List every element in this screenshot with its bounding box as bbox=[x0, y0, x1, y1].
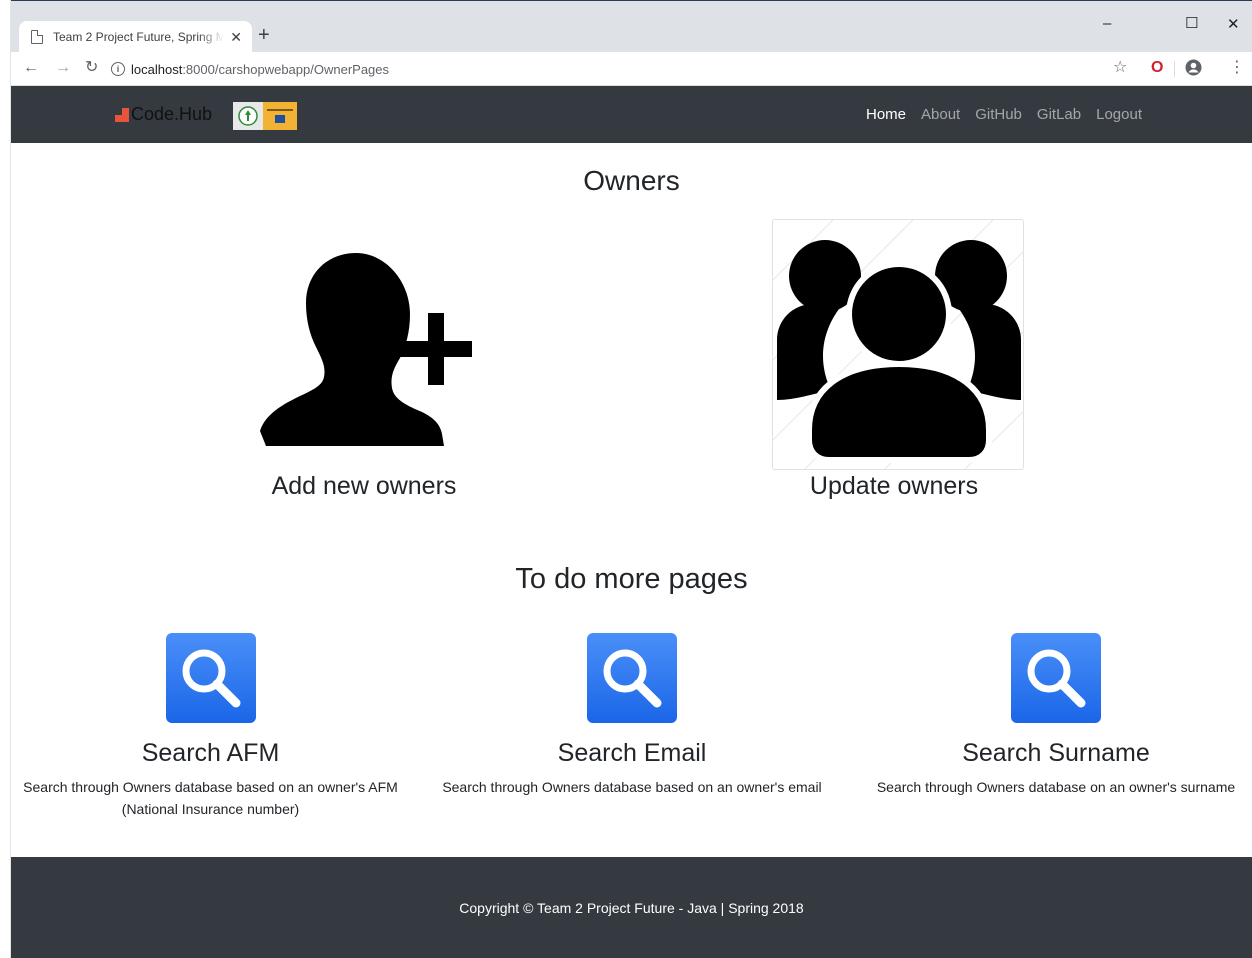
url-path: :8000/carshopwebapp/OwnerPages bbox=[182, 61, 390, 77]
nav-about[interactable]: About bbox=[921, 106, 960, 123]
section-heading: To do more pages bbox=[515, 563, 748, 595]
search-email-item: Search Email Search through Owners datab… bbox=[441, 633, 823, 798]
nav-logout[interactable]: Logout bbox=[1096, 106, 1142, 123]
search-surname-title: Search Surname bbox=[962, 739, 1150, 767]
page-title: Owners bbox=[583, 165, 680, 196]
search-surname-description: Search through Owners database on an own… bbox=[876, 779, 1236, 795]
search-afm-title: Search AFM bbox=[141, 739, 280, 767]
search-icon[interactable] bbox=[1011, 633, 1101, 723]
update-owners-caption[interactable]: Update owners bbox=[711, 472, 1077, 501]
info-icon[interactable]: i bbox=[111, 62, 125, 76]
main-content: Owners Add new owners Update owners To d… bbox=[11, 143, 1252, 857]
codehub-logo-icon bbox=[115, 107, 129, 122]
address-bar[interactable]: i localhost:8000/carshopwebapp/OwnerPage… bbox=[111, 57, 1151, 81]
nav-home[interactable]: Home bbox=[866, 106, 906, 123]
nav-links: Home About GitHub GitLab Logout bbox=[866, 106, 1142, 123]
bookmark-star-icon[interactable]: ☆ bbox=[1113, 59, 1127, 77]
brand-name: Code.Hub bbox=[131, 104, 213, 124]
browser-tab-bar: Team 2 Project Future, Spring MVC ✕ + – … bbox=[11, 0, 1252, 53]
search-afm-description: Search through Owners database based on … bbox=[23, 779, 398, 817]
nav-github[interactable]: GitHub bbox=[975, 106, 1022, 123]
partner-logo bbox=[233, 102, 297, 130]
add-owner-card[interactable] bbox=[256, 243, 476, 448]
minimize-icon[interactable]: – bbox=[1103, 15, 1111, 32]
forward-icon[interactable]: → bbox=[55, 59, 71, 77]
search-surname-item: Search Surname Search through Owners dat… bbox=[857, 633, 1252, 798]
page-icon bbox=[31, 30, 43, 44]
close-window-icon[interactable]: ✕ bbox=[1227, 15, 1240, 33]
toolbar-divider bbox=[1174, 61, 1175, 77]
search-icon[interactable] bbox=[587, 633, 677, 723]
site-navbar: Code.Hub Home About GitHub GitLab Logout bbox=[11, 86, 1252, 143]
browser-tab[interactable]: Team 2 Project Future, Spring MVC ✕ bbox=[19, 21, 252, 53]
tab-close-icon[interactable]: ✕ bbox=[230, 29, 242, 46]
url-host: localhost bbox=[131, 61, 183, 77]
new-tab-icon[interactable]: + bbox=[258, 25, 270, 45]
menu-icon[interactable]: ⋮ bbox=[1229, 59, 1245, 77]
search-email-description: Search through Owners database based on … bbox=[442, 779, 822, 795]
account-icon[interactable] bbox=[1185, 59, 1202, 81]
copyright-text: Copyright © Team 2 Project Future - Java… bbox=[459, 899, 804, 916]
nav-gitlab[interactable]: GitLab bbox=[1037, 106, 1081, 123]
search-afm-item: Search AFM Search through Owners databas… bbox=[8, 633, 413, 820]
browser-toolbar: ← → ↻ i localhost:8000/carshopwebapp/Own… bbox=[11, 52, 1252, 86]
add-owners-caption[interactable]: Add new owners bbox=[181, 472, 547, 501]
reload-icon[interactable]: ↻ bbox=[85, 59, 98, 77]
maximize-icon[interactable]: ☐ bbox=[1185, 14, 1198, 32]
update-owners-card[interactable] bbox=[772, 219, 1024, 470]
site-footer: Copyright © Team 2 Project Future - Java… bbox=[11, 857, 1252, 958]
search-email-title: Search Email bbox=[557, 739, 707, 767]
brand[interactable]: Code.Hub bbox=[115, 104, 212, 125]
add-user-icon[interactable] bbox=[256, 243, 476, 448]
opera-icon[interactable]: O bbox=[1151, 59, 1163, 77]
tab-title: Team 2 Project Future, Spring MVC bbox=[53, 30, 225, 44]
back-icon[interactable]: ← bbox=[23, 59, 39, 77]
search-icon[interactable] bbox=[165, 633, 256, 723]
user-group-icon[interactable] bbox=[773, 220, 1024, 470]
url-text: localhost:8000/carshopwebapp/OwnerPages bbox=[131, 62, 389, 77]
